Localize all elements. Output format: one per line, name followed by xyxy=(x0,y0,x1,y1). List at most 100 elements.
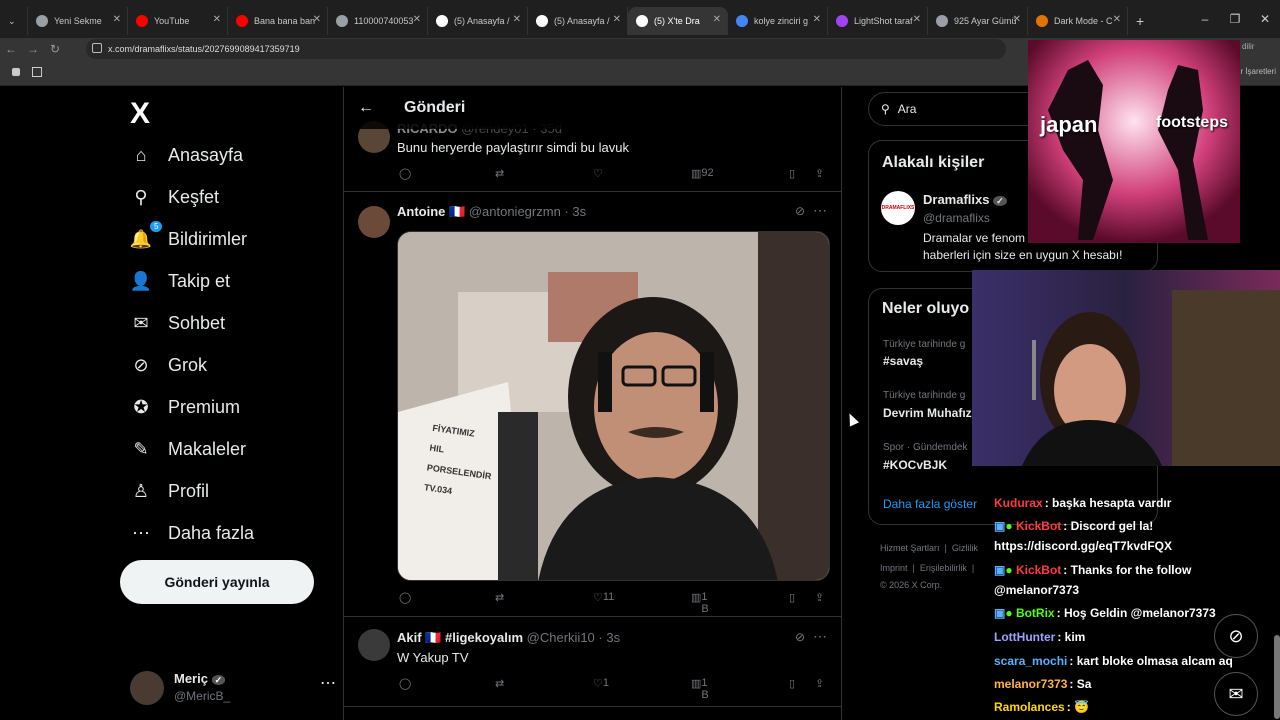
browser-tab[interactable]: (5) Anasayfa / ✕ xyxy=(428,7,528,35)
avatar[interactable]: DRAMAFLIXS xyxy=(881,191,915,225)
close-icon[interactable]: ✕ xyxy=(1250,0,1280,38)
grok-icon[interactable]: ⊘ xyxy=(795,630,805,644)
close-tab-icon[interactable]: ✕ xyxy=(613,14,621,25)
bookmark-icon[interactable] xyxy=(12,68,20,76)
browser-tab[interactable]: LightShot taraf ✕ xyxy=(828,7,928,35)
nav-item-8[interactable]: ♙ Profil xyxy=(130,471,209,511)
browser-tab[interactable]: 110000740053 ✕ xyxy=(328,7,428,35)
browser-tab[interactable]: YouTube ✕ xyxy=(128,7,228,35)
reply-icon[interactable]: ◯ xyxy=(399,677,411,690)
like-icon[interactable]: ♡ 11 xyxy=(593,591,614,604)
more-icon[interactable]: ⋯ xyxy=(813,202,827,219)
views-icon[interactable]: ▥ 1 B xyxy=(691,677,709,701)
browser-tab[interactable]: (5) X'te Dra ✕ xyxy=(628,7,728,35)
nav-item-3[interactable]: 👤 Takip et xyxy=(130,261,230,301)
author-line: Akif 🇫🇷 #ligekoyalım @Cherkii10 · 3s xyxy=(397,630,621,645)
search-icon: ⚲ xyxy=(134,186,148,207)
close-tab-icon[interactable]: ✕ xyxy=(713,14,721,25)
nav-item-9[interactable]: ⋯ Daha fazla xyxy=(130,513,254,553)
browser-tab[interactable]: Yeni Sekme ✕ xyxy=(28,7,128,35)
share-icon[interactable]: ⇪ xyxy=(815,591,824,604)
browser-tab[interactable]: 925 Ayar Gümü ✕ xyxy=(928,7,1028,35)
footer-link[interactable]: Gizlilik xyxy=(952,543,978,553)
card-title: Neler oluyo xyxy=(882,300,970,317)
like-icon[interactable]: ♡ 1 xyxy=(593,677,609,690)
bookmark-icon[interactable]: ▯ xyxy=(789,167,795,180)
trend-item[interactable]: #KOCvBJK xyxy=(883,458,947,472)
browser-tab[interactable]: kolye zinciri g ✕ xyxy=(728,7,828,35)
close-tab-icon[interactable]: ✕ xyxy=(213,14,221,25)
repost-icon[interactable]: ⇄ xyxy=(495,591,504,604)
trend-item[interactable]: #savaş xyxy=(883,354,923,368)
post-button[interactable]: Gönderi yayınla xyxy=(120,560,314,604)
nav-item-2[interactable]: 🔔 5 Bildirimler xyxy=(130,219,247,259)
close-tab-icon[interactable]: ✕ xyxy=(513,14,521,25)
show-more-link[interactable]: Daha fazla göster xyxy=(883,497,977,511)
bookmark-icon[interactable]: ▯ xyxy=(789,591,795,604)
share-icon[interactable]: ⇪ xyxy=(815,167,824,180)
footer-link[interactable]: Imprint xyxy=(880,563,908,573)
related-name[interactable]: Dramaflixs ✓ xyxy=(923,192,1007,207)
views-icon[interactable]: ▥ 92 xyxy=(691,167,714,180)
chat-text[interactable]: https://discord.gg/eqT7kvdFQX xyxy=(994,539,1172,553)
browser-tab[interactable]: Dark Mode - C ✕ xyxy=(1028,7,1128,35)
chat-user[interactable]: KickBot xyxy=(1016,563,1061,577)
nav-item-0[interactable]: ⌂ Anasayfa xyxy=(130,135,244,175)
nav-item-6[interactable]: ✪ Premium xyxy=(130,387,240,427)
nav-item-7[interactable]: ✎ Makaleler xyxy=(130,429,246,469)
apps-icon[interactable] xyxy=(32,67,42,77)
back-icon[interactable]: ← xyxy=(0,42,22,56)
tab-search-button[interactable]: ⌄ xyxy=(0,7,28,35)
close-tab-icon[interactable]: ✕ xyxy=(413,14,421,25)
nav-item-1[interactable]: ⚲ Keşfet xyxy=(130,177,219,217)
site-info-icon[interactable] xyxy=(92,43,102,53)
close-tab-icon[interactable]: ✕ xyxy=(813,14,821,25)
messages-fab-icon[interactable]: ✉ xyxy=(1214,672,1258,716)
reply-icon[interactable]: ◯ xyxy=(399,167,411,180)
chat-user[interactable]: KickBot xyxy=(1016,519,1061,533)
footer-link[interactable]: Erişilebilirlik xyxy=(920,563,967,573)
close-tab-icon[interactable]: ✕ xyxy=(913,14,921,25)
minimize-icon[interactable]: – xyxy=(1190,0,1220,38)
more-icon[interactable]: ⋯ xyxy=(320,673,336,693)
forward-icon[interactable]: → xyxy=(22,42,44,56)
browser-tab[interactable]: (5) Anasayfa / ✕ xyxy=(528,7,628,35)
close-tab-icon[interactable]: ✕ xyxy=(113,14,121,25)
x-logo-icon[interactable]: X xyxy=(130,97,150,131)
share-icon[interactable]: ⇪ xyxy=(815,677,824,690)
trend-item[interactable]: Devrim Muhafız xyxy=(883,406,972,420)
chat-user[interactable]: melanor7373 xyxy=(994,677,1067,691)
back-arrow-icon[interactable]: ← xyxy=(358,99,388,117)
repost-icon[interactable]: ⇄ xyxy=(495,167,504,180)
views-icon[interactable]: ▥ 1 B xyxy=(691,591,709,615)
reply-icon[interactable]: ◯ xyxy=(399,591,411,604)
close-tab-icon[interactable]: ✕ xyxy=(1013,14,1021,25)
grok-icon[interactable]: ⊘ xyxy=(795,204,805,218)
url-field[interactable]: x.com/dramaflixs/status/2027699089417359… xyxy=(86,39,1006,59)
chat-user[interactable]: Kudurax xyxy=(994,496,1043,510)
profile-label[interactable]: dilir xyxy=(1242,42,1254,51)
more-icon[interactable]: ⋯ xyxy=(813,628,827,645)
bookmarks-label[interactable]: r İşaretleri xyxy=(1240,67,1276,76)
chat-user[interactable]: Ramolances xyxy=(994,700,1065,714)
bookmark-icon[interactable]: ▯ xyxy=(789,677,795,690)
chat-user[interactable]: scara_mochi xyxy=(994,654,1067,668)
browser-tab[interactable]: Bana bana ban ✕ xyxy=(228,7,328,35)
grok-fab-icon[interactable]: ⊘ xyxy=(1214,614,1258,658)
repost-icon[interactable]: ⇄ xyxy=(495,677,504,690)
nav-item-5[interactable]: ⊘ Grok xyxy=(130,345,207,385)
post-video[interactable]: FİYATIMIZ HIL PORSELENDİR TV.034 xyxy=(397,231,830,581)
reply-post[interactable]: Antoine 🇫🇷 @antoniegrzmn · 3s ⊘ ⋯ FİYATI… xyxy=(344,192,841,617)
maximize-icon[interactable]: ❐ xyxy=(1220,0,1250,38)
account-switcher[interactable]: Meriç ✓ @MericB_ ⋯ xyxy=(130,667,336,709)
reload-icon[interactable]: ↻ xyxy=(44,42,66,56)
nav-item-4[interactable]: ✉ Sohbet xyxy=(130,303,225,343)
footer-link[interactable]: Hizmet Şartları xyxy=(880,543,940,553)
new-tab-button[interactable]: + xyxy=(1128,7,1154,35)
reply-post[interactable]: Akif 🇫🇷 #ligekoyalım @Cherkii10 · 3s ⊘ ⋯… xyxy=(344,617,841,707)
chat-user[interactable]: BotRix xyxy=(1016,606,1055,620)
close-tab-icon[interactable]: ✕ xyxy=(1113,14,1121,25)
close-tab-icon[interactable]: ✕ xyxy=(313,14,321,25)
like-icon[interactable]: ♡ xyxy=(593,167,603,180)
chat-user[interactable]: LottHunter xyxy=(994,630,1055,644)
